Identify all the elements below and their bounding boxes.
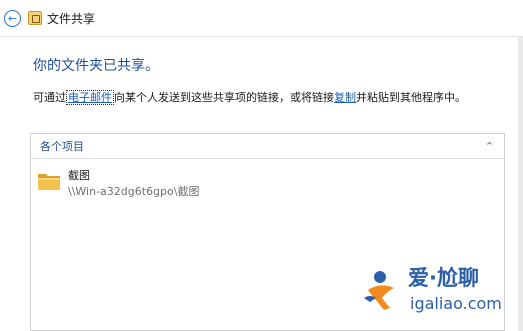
shared-item[interactable]: 截图 \\Win-a32dg6t6gpo\截图 [36,164,256,200]
item-path: \\Win-a32dg6t6gpo\截图 [68,185,200,198]
description-after: 并粘贴到其他程序中。 [356,91,466,104]
item-name: 截图 [68,169,90,182]
watermark-figure-icon [364,271,394,310]
chevron-up-icon[interactable]: ⌃ [485,140,494,153]
page-heading: 你的文件夹已共享。 [33,58,159,74]
file-sharing-icon [28,11,42,25]
watermark-url: igaliao.com [410,294,502,313]
watermark-brand: 爱·尬聊 [408,266,479,290]
folder-icon [38,174,60,190]
panel-header[interactable]: 各个项目 ⌃ [31,134,504,159]
description-text: 可通过 电子邮件 向某个人发送到这些共享项的链接，或将链接复制并粘贴到其他程序中。 [33,89,466,105]
copy-link[interactable]: 复制 [334,91,356,104]
watermark-logo: 爱·尬聊 igaliao.com [360,262,520,322]
window-title: 文件共享 [47,12,96,26]
panel-title: 各个项目 [40,140,84,153]
description-middle: 向某个人发送到这些共享项的链接，或将链接 [114,91,334,104]
email-link[interactable]: 电子邮件 [66,90,114,105]
title-bar: ← 文件共享 [0,0,523,37]
description-before: 可通过 [33,91,66,104]
back-arrow-icon[interactable]: ← [4,10,21,27]
